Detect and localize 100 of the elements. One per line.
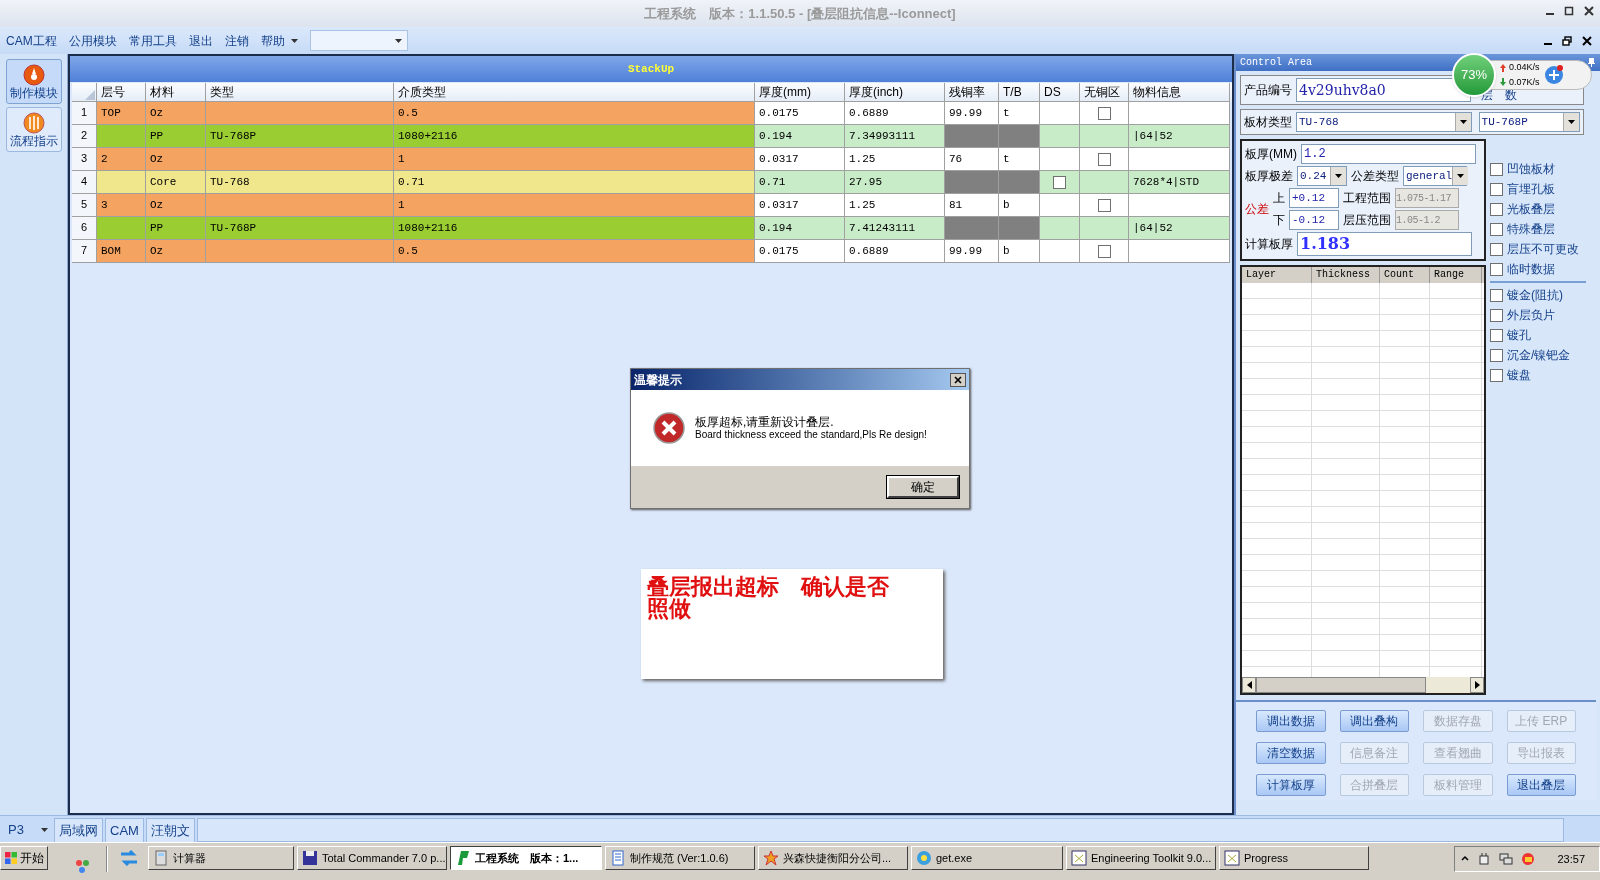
checkbox[interactable] bbox=[1490, 348, 1503, 362]
mail-icon bbox=[1521, 852, 1536, 866]
checkbox[interactable] bbox=[1097, 106, 1111, 120]
table-cell: 7.34993111 bbox=[845, 125, 945, 148]
checkbox[interactable] bbox=[1490, 368, 1503, 382]
menu-item[interactable]: 注销 bbox=[224, 31, 249, 50]
table-cell: Core bbox=[146, 171, 206, 194]
dropdown-field[interactable]: TU-768P bbox=[1478, 112, 1580, 132]
menu-item[interactable]: 退出 bbox=[188, 31, 213, 50]
down-arrow-icon bbox=[1500, 78, 1506, 87]
checkbox[interactable] bbox=[1490, 262, 1503, 276]
taskbar-button[interactable]: get.exe bbox=[911, 846, 1063, 870]
stripes-icon bbox=[22, 112, 45, 134]
action-button[interactable]: 调出数据 bbox=[1256, 710, 1326, 732]
menu-item[interactable]: 公用模块 bbox=[68, 31, 117, 50]
sidebar-item[interactable]: 流程指示 bbox=[5, 107, 62, 152]
taskbar-button[interactable]: 兴森快捷衡阳分公司... bbox=[758, 846, 908, 870]
selector-dropdown[interactable]: P3 bbox=[4, 818, 52, 842]
checkbox-label: 盲埋孔板 bbox=[1507, 181, 1555, 198]
table-cell: 1.25 bbox=[845, 194, 945, 217]
error-icon bbox=[653, 412, 685, 444]
checkbox[interactable] bbox=[1490, 242, 1503, 256]
tab[interactable]: 汪朝文 bbox=[145, 818, 195, 842]
dropdown-field[interactable]: TU-768 bbox=[1296, 112, 1472, 132]
dropdown-arrow-icon bbox=[1459, 120, 1467, 124]
menu-item[interactable]: 常用工具 bbox=[128, 31, 177, 50]
action-button[interactable]: 调出叠构 bbox=[1339, 710, 1409, 732]
left-arrow-icon bbox=[1246, 681, 1252, 689]
checkbox[interactable] bbox=[1490, 182, 1503, 196]
checkbox[interactable] bbox=[1490, 308, 1503, 322]
dropdown-arrow-icon bbox=[394, 38, 402, 43]
plus-icon bbox=[1543, 65, 1564, 85]
checkbox[interactable] bbox=[1053, 175, 1066, 189]
taskbar-button[interactable]: Total Commander 7.0 p... bbox=[297, 846, 447, 870]
table-cell: 1 bbox=[394, 148, 755, 171]
table-cell: Oz bbox=[146, 194, 206, 217]
result-field[interactable]: 1.183 bbox=[1297, 232, 1472, 256]
arrows-icon bbox=[119, 850, 139, 866]
input-field[interactable]: -0.12 bbox=[1289, 210, 1339, 230]
dropdown-arrow-icon bbox=[41, 828, 48, 832]
dialog-message: Board thickness exceed the standard,Pls Re design! bbox=[695, 429, 927, 441]
checkbox[interactable] bbox=[1490, 162, 1503, 176]
checkbox[interactable] bbox=[1490, 222, 1503, 236]
close-button[interactable] bbox=[950, 372, 966, 387]
field-label: 板厚(MM) bbox=[1245, 146, 1297, 163]
dialog-message: 板厚超标,请重新设计叠层. bbox=[695, 415, 835, 429]
taskbar-button[interactable]: Progress bbox=[1219, 846, 1369, 870]
checkbox[interactable] bbox=[1490, 328, 1503, 342]
taskbar-button[interactable]: 工程系统 版本：1... bbox=[450, 846, 602, 870]
table-cell: t bbox=[999, 148, 1040, 171]
input-field[interactable]: +0.12 bbox=[1289, 188, 1339, 208]
table-cell: 0.71 bbox=[394, 171, 755, 194]
table-cell: 81 bbox=[945, 194, 999, 217]
checkbox[interactable] bbox=[1097, 152, 1111, 166]
checkbox[interactable] bbox=[1490, 202, 1503, 216]
taskbar-button[interactable]: 计算器 bbox=[148, 846, 294, 870]
row-number: 1 bbox=[72, 102, 97, 125]
dropdown-field[interactable]: general bbox=[1403, 166, 1467, 186]
checkbox-label: 临时数据 bbox=[1507, 261, 1555, 278]
table-cell: TU-768P bbox=[206, 217, 394, 240]
table-cell: 99.99 bbox=[945, 102, 999, 125]
checkbox-label: 外层负片 bbox=[1507, 307, 1555, 324]
dropdown-field[interactable] bbox=[309, 30, 408, 51]
taskbar-button[interactable]: 制作规范 (Ver:1.0.6) bbox=[605, 846, 755, 870]
table-cell: 2 bbox=[97, 148, 146, 171]
row-number: 6 bbox=[72, 217, 97, 240]
input-field[interactable]: 1.2 bbox=[1301, 144, 1476, 164]
dropdown-arrow-icon bbox=[1457, 174, 1465, 178]
field-label: 板材类型 bbox=[1244, 114, 1292, 131]
action-button[interactable]: 清空数据 bbox=[1256, 742, 1326, 764]
checkbox[interactable] bbox=[1097, 244, 1111, 258]
checkbox-label: 层压不可更改 bbox=[1507, 241, 1579, 258]
action-button[interactable]: 退出叠层 bbox=[1506, 774, 1576, 796]
window-icon bbox=[1071, 850, 1087, 866]
ok-button[interactable]: 确定 bbox=[887, 476, 959, 498]
row-number: 7 bbox=[72, 240, 97, 263]
panel-title: StackUp bbox=[627, 61, 675, 77]
start-button[interactable]: 开始 bbox=[0, 846, 48, 870]
document-icon bbox=[610, 850, 626, 866]
table-cell bbox=[1040, 217, 1080, 240]
input-field[interactable]: 4v29uhv8a0 bbox=[1296, 78, 1471, 102]
checkbox[interactable] bbox=[1490, 288, 1503, 302]
taskbar-button[interactable]: Engineering Toolkit 9.0... bbox=[1066, 846, 1216, 870]
maximize-icon bbox=[1564, 6, 1574, 16]
dropdown-field[interactable]: 0.24 bbox=[1297, 166, 1347, 186]
windows-logo-icon bbox=[4, 851, 18, 865]
panel-title: Control Area bbox=[1240, 56, 1312, 70]
tab[interactable]: CAM bbox=[105, 818, 144, 842]
tab[interactable]: 局域网 bbox=[54, 818, 103, 842]
checkbox-label: 镀金(阻抗) bbox=[1507, 287, 1563, 304]
checkbox[interactable] bbox=[1097, 198, 1111, 212]
dropdown-arrow-icon bbox=[1335, 174, 1342, 178]
row-number: 3 bbox=[72, 148, 97, 171]
action-button[interactable]: 计算板厚 bbox=[1256, 774, 1326, 796]
close-icon bbox=[1584, 6, 1594, 16]
horizontal-scrollbar[interactable] bbox=[1242, 677, 1484, 693]
table-cell: TU-768P bbox=[206, 125, 394, 148]
menu-item[interactable]: 帮助 bbox=[260, 31, 285, 50]
sidebar-item[interactable]: 制作模块 bbox=[5, 59, 62, 104]
menu-item[interactable]: CAM工程 bbox=[6, 31, 57, 50]
